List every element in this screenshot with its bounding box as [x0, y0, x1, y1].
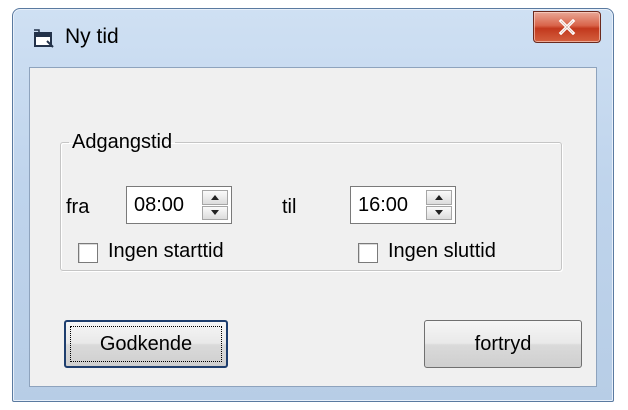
spin-up-icon — [435, 194, 443, 200]
end-time-value[interactable]: 16:00 — [358, 194, 408, 217]
spin-down-icon — [435, 210, 443, 216]
no-end-time-checkbox[interactable] — [358, 243, 378, 263]
focus-rectangle — [70, 326, 222, 362]
dialog-client-area: Adgangstid fra 08:00 til 16:00 Ingen sta… — [29, 67, 597, 387]
window-app-icon — [33, 29, 55, 49]
spin-up-icon — [211, 194, 219, 200]
approve-button[interactable]: Godkende — [64, 320, 228, 368]
end-time-spinner[interactable]: 16:00 — [350, 186, 456, 224]
spin-down-icon — [211, 210, 219, 216]
end-time-down-button[interactable] — [426, 205, 452, 220]
access-time-legend: Adgangstid — [72, 131, 173, 153]
close-button[interactable] — [533, 11, 601, 43]
title-bar[interactable]: Ny tid — [13, 9, 613, 61]
close-icon — [558, 19, 576, 35]
start-time-down-button[interactable] — [202, 205, 228, 220]
from-label: fra — [66, 196, 90, 218]
cancel-button[interactable]: fortryd — [424, 320, 582, 368]
start-time-up-button[interactable] — [202, 190, 228, 205]
no-start-time-checkbox[interactable] — [78, 243, 98, 263]
window-title: Ny tid — [65, 25, 119, 48]
no-start-time-label[interactable]: Ingen starttid — [108, 240, 224, 263]
dialog-window: Ny tid Adgangstid fra 08:00 til 16:00 In… — [12, 8, 614, 402]
end-time-up-button[interactable] — [426, 190, 452, 205]
start-time-spinner[interactable]: 08:00 — [126, 186, 232, 224]
to-label: til — [282, 196, 297, 218]
no-end-time-label[interactable]: Ingen sluttid — [388, 240, 496, 263]
start-time-value[interactable]: 08:00 — [134, 194, 184, 217]
cancel-button-label: fortryd — [474, 332, 532, 355]
